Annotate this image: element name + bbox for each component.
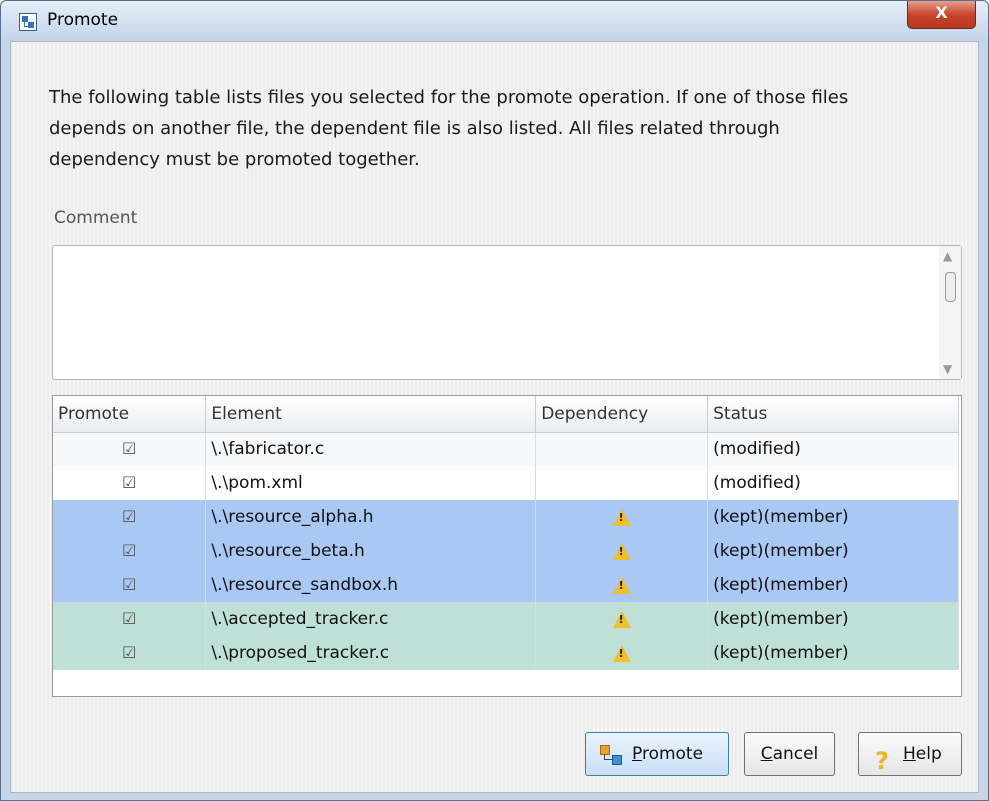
- promote-checkbox[interactable]: ☑: [53, 500, 207, 534]
- dependency-cell: [535, 534, 709, 568]
- status-cell: (kept)(member): [707, 602, 959, 636]
- warning-icon: [612, 576, 631, 594]
- dependency-cell: [535, 432, 709, 466]
- promote-checkbox[interactable]: ☑: [53, 432, 207, 466]
- element-cell: \.\pom.xml: [205, 466, 537, 500]
- promote-checkbox[interactable]: ☑: [53, 602, 207, 636]
- table-row[interactable]: ☑ \.\accepted_tracker.c (kept)(member): [53, 602, 959, 636]
- dependency-cell: [535, 636, 709, 670]
- warning-icon: [612, 508, 631, 526]
- checkmark-icon: ☑: [122, 541, 137, 560]
- element-cell: \.\proposed_tracker.c: [205, 636, 537, 670]
- checkmark-icon: ☑: [122, 507, 137, 526]
- close-button[interactable]: X: [907, 1, 976, 29]
- promote-dialog: Promote X The following table lists file…: [0, 0, 989, 801]
- checkmark-icon: ☑: [122, 439, 137, 459]
- promote-checkbox[interactable]: ☑: [53, 466, 207, 500]
- help-button[interactable]: ? Help: [858, 732, 962, 776]
- dependency-cell: [535, 602, 709, 636]
- dependency-cell: [535, 466, 709, 500]
- title-bar: Promote X: [1, 1, 988, 41]
- promote-icon: [600, 745, 622, 765]
- column-header-promote[interactable]: Promote: [53, 396, 207, 433]
- element-cell: \.\resource_sandbox.h: [205, 568, 537, 602]
- description-text: The following table lists files you sele…: [49, 87, 849, 170]
- dependency-cell: [535, 568, 709, 602]
- cancel-button[interactable]: Cancel: [744, 732, 835, 776]
- element-cell: \.\fabricator.c: [205, 432, 537, 466]
- element-cell: \.\resource_alpha.h: [205, 500, 537, 534]
- app-icon: [19, 13, 37, 31]
- column-header-status[interactable]: Status: [707, 396, 959, 433]
- comment-scrollbar[interactable]: ▲ ▼: [939, 246, 961, 379]
- table-row[interactable]: ☑ \.\fabricator.c (modified): [53, 432, 959, 466]
- files-table: Promote Element Dependency Status ☑ \.\f…: [52, 395, 962, 697]
- checkmark-icon: ☑: [122, 609, 137, 628]
- comment-label: Comment: [54, 208, 138, 228]
- table-row[interactable]: ☑ \.\pom.xml (modified): [53, 466, 959, 500]
- column-header-element[interactable]: Element: [205, 396, 537, 433]
- table-header-row: Promote Element Dependency Status: [53, 396, 959, 433]
- column-header-dependency[interactable]: Dependency: [535, 396, 709, 433]
- warning-icon: [612, 610, 631, 628]
- promote-button[interactable]: Promote: [585, 732, 729, 776]
- scroll-thumb[interactable]: [945, 272, 956, 302]
- table-row[interactable]: ☑ \.\resource_alpha.h (kept)(member): [53, 500, 959, 534]
- warning-icon: [612, 542, 631, 560]
- promote-checkbox[interactable]: ☑: [53, 534, 207, 568]
- window-title: Promote: [47, 10, 119, 30]
- status-cell: (modified): [707, 432, 959, 466]
- warning-icon: [612, 644, 631, 662]
- table-row[interactable]: ☑ \.\proposed_tracker.c (kept)(member): [53, 636, 959, 670]
- help-icon: ?: [875, 747, 889, 775]
- status-cell: (kept)(member): [707, 568, 959, 602]
- status-cell: (kept)(member): [707, 534, 959, 568]
- status-cell: (kept)(member): [707, 636, 959, 670]
- checkmark-icon: ☑: [122, 575, 137, 594]
- checkmark-icon: ☑: [122, 473, 137, 492]
- element-cell: \.\resource_beta.h: [205, 534, 537, 568]
- table-row[interactable]: ☑ \.\resource_beta.h (kept)(member): [53, 534, 959, 568]
- comment-field[interactable]: ▲ ▼: [52, 245, 962, 380]
- element-cell: \.\accepted_tracker.c: [205, 602, 537, 636]
- dependency-cell: [535, 500, 709, 534]
- scroll-up-icon[interactable]: ▲: [943, 249, 952, 263]
- table-row[interactable]: ☑ \.\resource_sandbox.h (kept)(member): [53, 568, 959, 602]
- scroll-down-icon[interactable]: ▼: [943, 362, 952, 376]
- status-cell: (kept)(member): [707, 500, 959, 534]
- status-cell: (modified): [707, 466, 959, 500]
- promote-checkbox[interactable]: ☑: [53, 568, 207, 602]
- promote-checkbox[interactable]: ☑: [53, 636, 207, 670]
- dialog-body: The following table lists files you sele…: [10, 41, 979, 793]
- checkmark-icon: ☑: [122, 643, 137, 662]
